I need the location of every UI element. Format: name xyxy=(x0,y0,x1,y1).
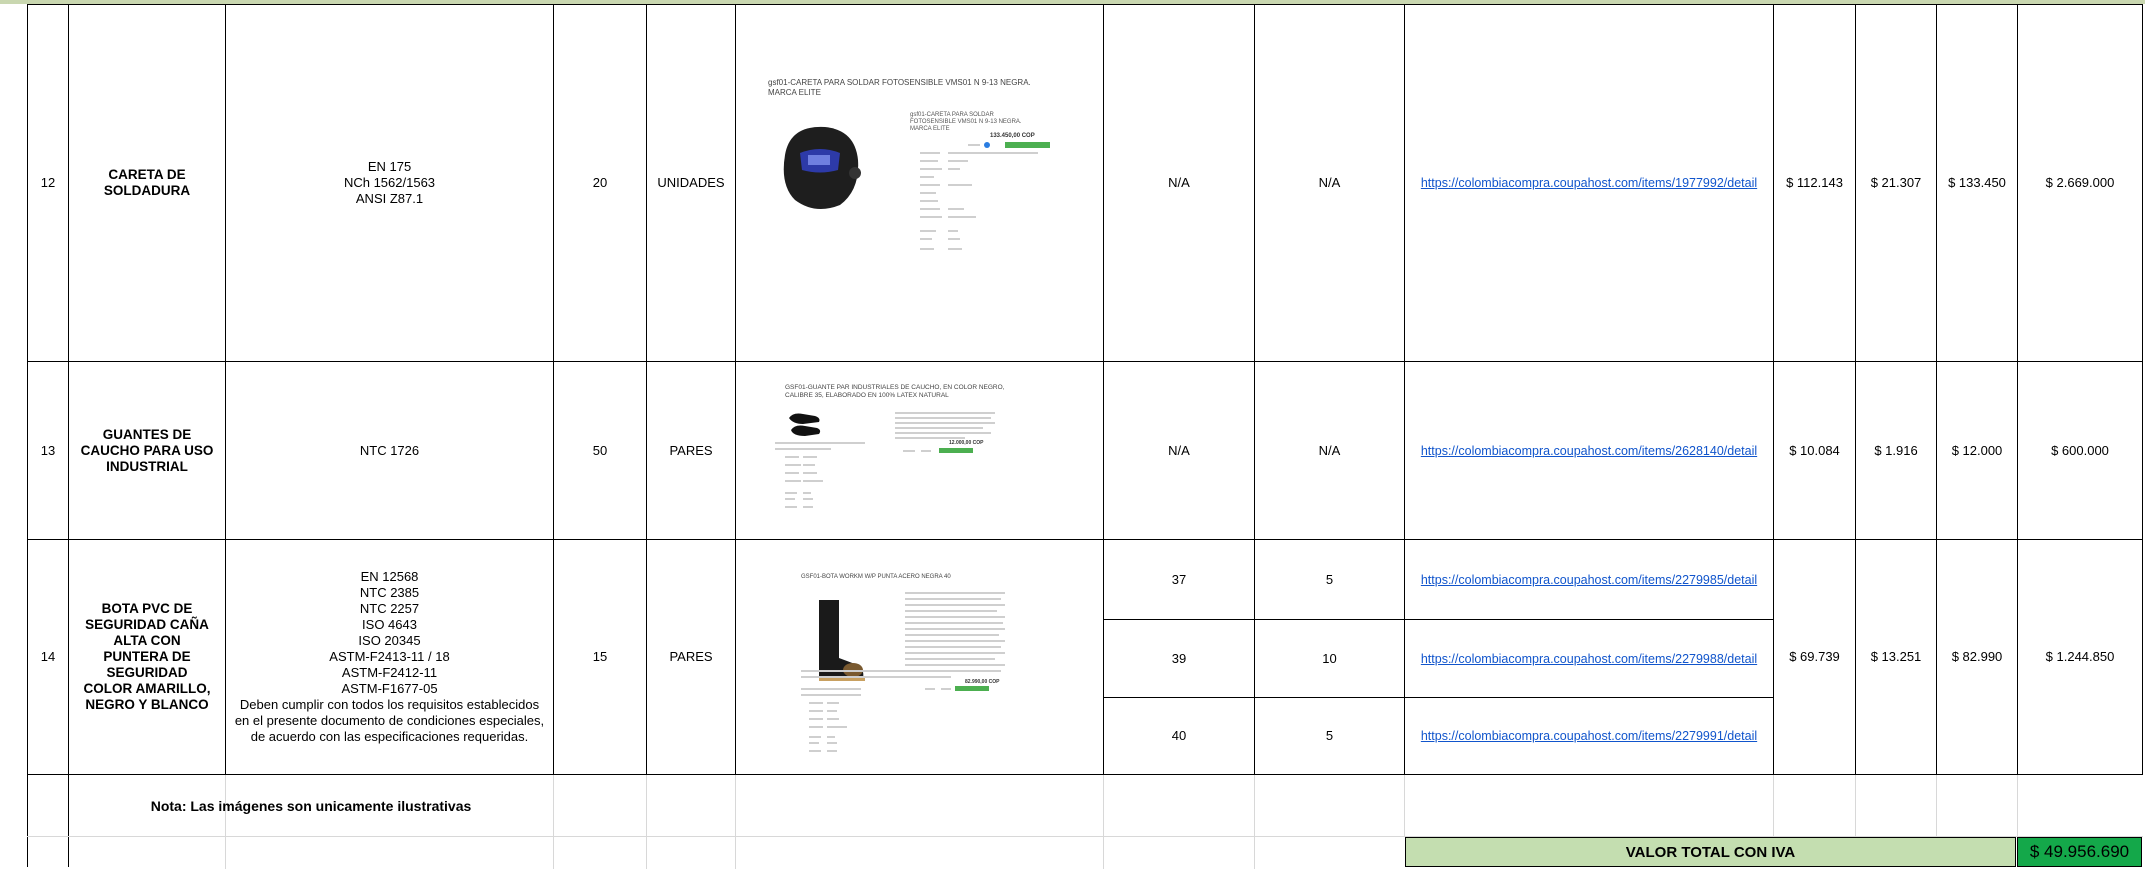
norm-text: ISO 4643 xyxy=(362,617,417,632)
unit-value: $ 112.143 xyxy=(1786,175,1843,190)
product-image-title: gsf01-CARETA PARA SOLDAR FOTOSENSIBLE VM… xyxy=(768,78,1031,97)
product-image-title: GSF01-BOTA WORKM W/P PUNTA ACERO NEGRA 4… xyxy=(801,574,951,580)
product-link[interactable]: https://colombiacompra.coupahost.com/ite… xyxy=(1421,443,1757,459)
item-quantity: 50 xyxy=(592,442,608,458)
norm-text: NTC 1726 xyxy=(359,442,420,458)
norm-text: ASTM-F2412-11 xyxy=(341,665,438,680)
size-value: 40 xyxy=(1171,728,1187,743)
product-link[interactable]: https://colombiacompra.coupahost.com/ite… xyxy=(1421,175,1757,191)
norm-text: ANSI Z87.1 xyxy=(355,191,424,206)
item-quantity: 20 xyxy=(592,175,608,190)
size-count: N/A xyxy=(1318,442,1341,458)
norm-text: NCh 1562/1563 xyxy=(343,175,436,190)
item-norms: EN 175 NCh 1562/1563 ANSI Z87.1 xyxy=(226,5,553,361)
product-price: 82.990,00 COP xyxy=(965,679,1000,685)
product-link[interactable]: https://colombiacompra.coupahost.com/ite… xyxy=(1421,572,1757,588)
unit-total: $ 133.450 xyxy=(1948,175,2006,190)
norms-note: Deben cumplir con todos los requisitos e… xyxy=(234,697,545,744)
product-link-cell: https://colombiacompra.coupahost.com/ite… xyxy=(1405,620,1773,697)
norm-text: ISO 20345 xyxy=(358,633,421,648)
norm-text: ASTM-F1677-05 xyxy=(341,681,438,696)
row-total: $ 600.000 xyxy=(2051,442,2109,458)
row-total: $ 2.669.000 xyxy=(2045,175,2115,190)
item-unit: PARES xyxy=(669,442,713,458)
unit-total: $ 82.990 xyxy=(1951,649,2003,664)
product-price: 12.000,00 COP xyxy=(949,440,984,446)
item-quantity: 15 xyxy=(592,649,608,664)
iva-value: $ 21.307 xyxy=(1870,175,1922,190)
size-count: 5 xyxy=(1325,571,1334,587)
norm-text: NTC 2257 xyxy=(359,601,420,616)
product-price: 133.450,00 COP xyxy=(990,133,1035,139)
total-label: VALOR TOTAL CON IVA xyxy=(1405,837,2016,867)
item-name: CARETA DE SOLDADURA xyxy=(103,167,191,198)
product-image-boot: GSF01-BOTA WORKM W/P PUNTA ACERO NEGRA 4… xyxy=(795,570,1015,760)
row-total: $ 1.244.850 xyxy=(2045,649,2115,664)
item-norms: EN 12568 NTC 2385 NTC 2257 ISO 4643 ISO … xyxy=(226,540,553,774)
item-name: BOTA PVC DE SEGURIDAD CAÑA ALTA CON PUNT… xyxy=(83,601,211,712)
product-image-helmet: gsf01-CARETA PARA SOLDAR FOTOSENSIBLE VM… xyxy=(760,70,1060,260)
product-link[interactable]: https://colombiacompra.coupahost.com/ite… xyxy=(1421,651,1757,667)
item-number: 14 xyxy=(40,649,56,664)
size-value: 39 xyxy=(1171,650,1187,666)
product-link-cell: https://colombiacompra.coupahost.com/ite… xyxy=(1405,540,1773,619)
size-value: N/A xyxy=(1168,175,1190,190)
size-count: N/A xyxy=(1318,175,1341,190)
unit-value: $ 10.084 xyxy=(1789,442,1840,458)
iva-value: $ 13.251 xyxy=(1870,649,1922,664)
size-value: N/A xyxy=(1168,442,1190,458)
product-link-cell: https://colombiacompra.coupahost.com/ite… xyxy=(1405,362,1773,539)
norm-text: ASTM-F2413-11 / 18 xyxy=(329,649,450,664)
size-value: 37 xyxy=(1171,571,1187,587)
product-image-gloves: GSF01-GUANTE PAR INDUSTRIALES DE CAUCHO,… xyxy=(775,380,1015,530)
size-count: 5 xyxy=(1325,728,1334,743)
image-note: Nota: Las imágenes son unicamente ilustr… xyxy=(150,797,472,814)
total-value: $ 49.956.690 xyxy=(2017,837,2142,867)
item-norms: NTC 1726 xyxy=(226,362,553,539)
norm-text: EN 12568 xyxy=(360,569,419,584)
product-link[interactable]: https://colombiacompra.coupahost.com/ite… xyxy=(1421,728,1757,744)
unit-total: $ 12.000 xyxy=(1951,442,2003,458)
item-number: 13 xyxy=(40,442,56,458)
product-side-title: gsf01-CARETA PARA SOLDAR FOTOSENSIBLE VM… xyxy=(910,112,1022,132)
norm-text: NTC 2385 xyxy=(359,585,420,600)
welding-helmet-image xyxy=(783,126,861,209)
unit-value: $ 69.739 xyxy=(1789,649,1840,664)
norm-text: EN 175 xyxy=(367,159,412,174)
item-unit: PARES xyxy=(669,649,713,664)
product-link-cell: https://colombiacompra.coupahost.com/ite… xyxy=(1405,698,1773,774)
iva-value: $ 1.916 xyxy=(1874,442,1918,458)
item-unit: UNIDADES xyxy=(657,175,725,190)
item-number: 12 xyxy=(40,175,56,190)
pvc-boot-image xyxy=(819,600,865,681)
item-name: GUANTES DE CAUCHO PARA USO INDUSTRIAL xyxy=(80,426,214,474)
product-image-title: GSF01-GUANTE PAR INDUSTRIALES DE CAUCHO,… xyxy=(785,384,1005,399)
size-count: 10 xyxy=(1322,650,1337,666)
product-link-cell: https://colombiacompra.coupahost.com/ite… xyxy=(1405,5,1773,361)
rubber-gloves-image xyxy=(789,413,821,436)
